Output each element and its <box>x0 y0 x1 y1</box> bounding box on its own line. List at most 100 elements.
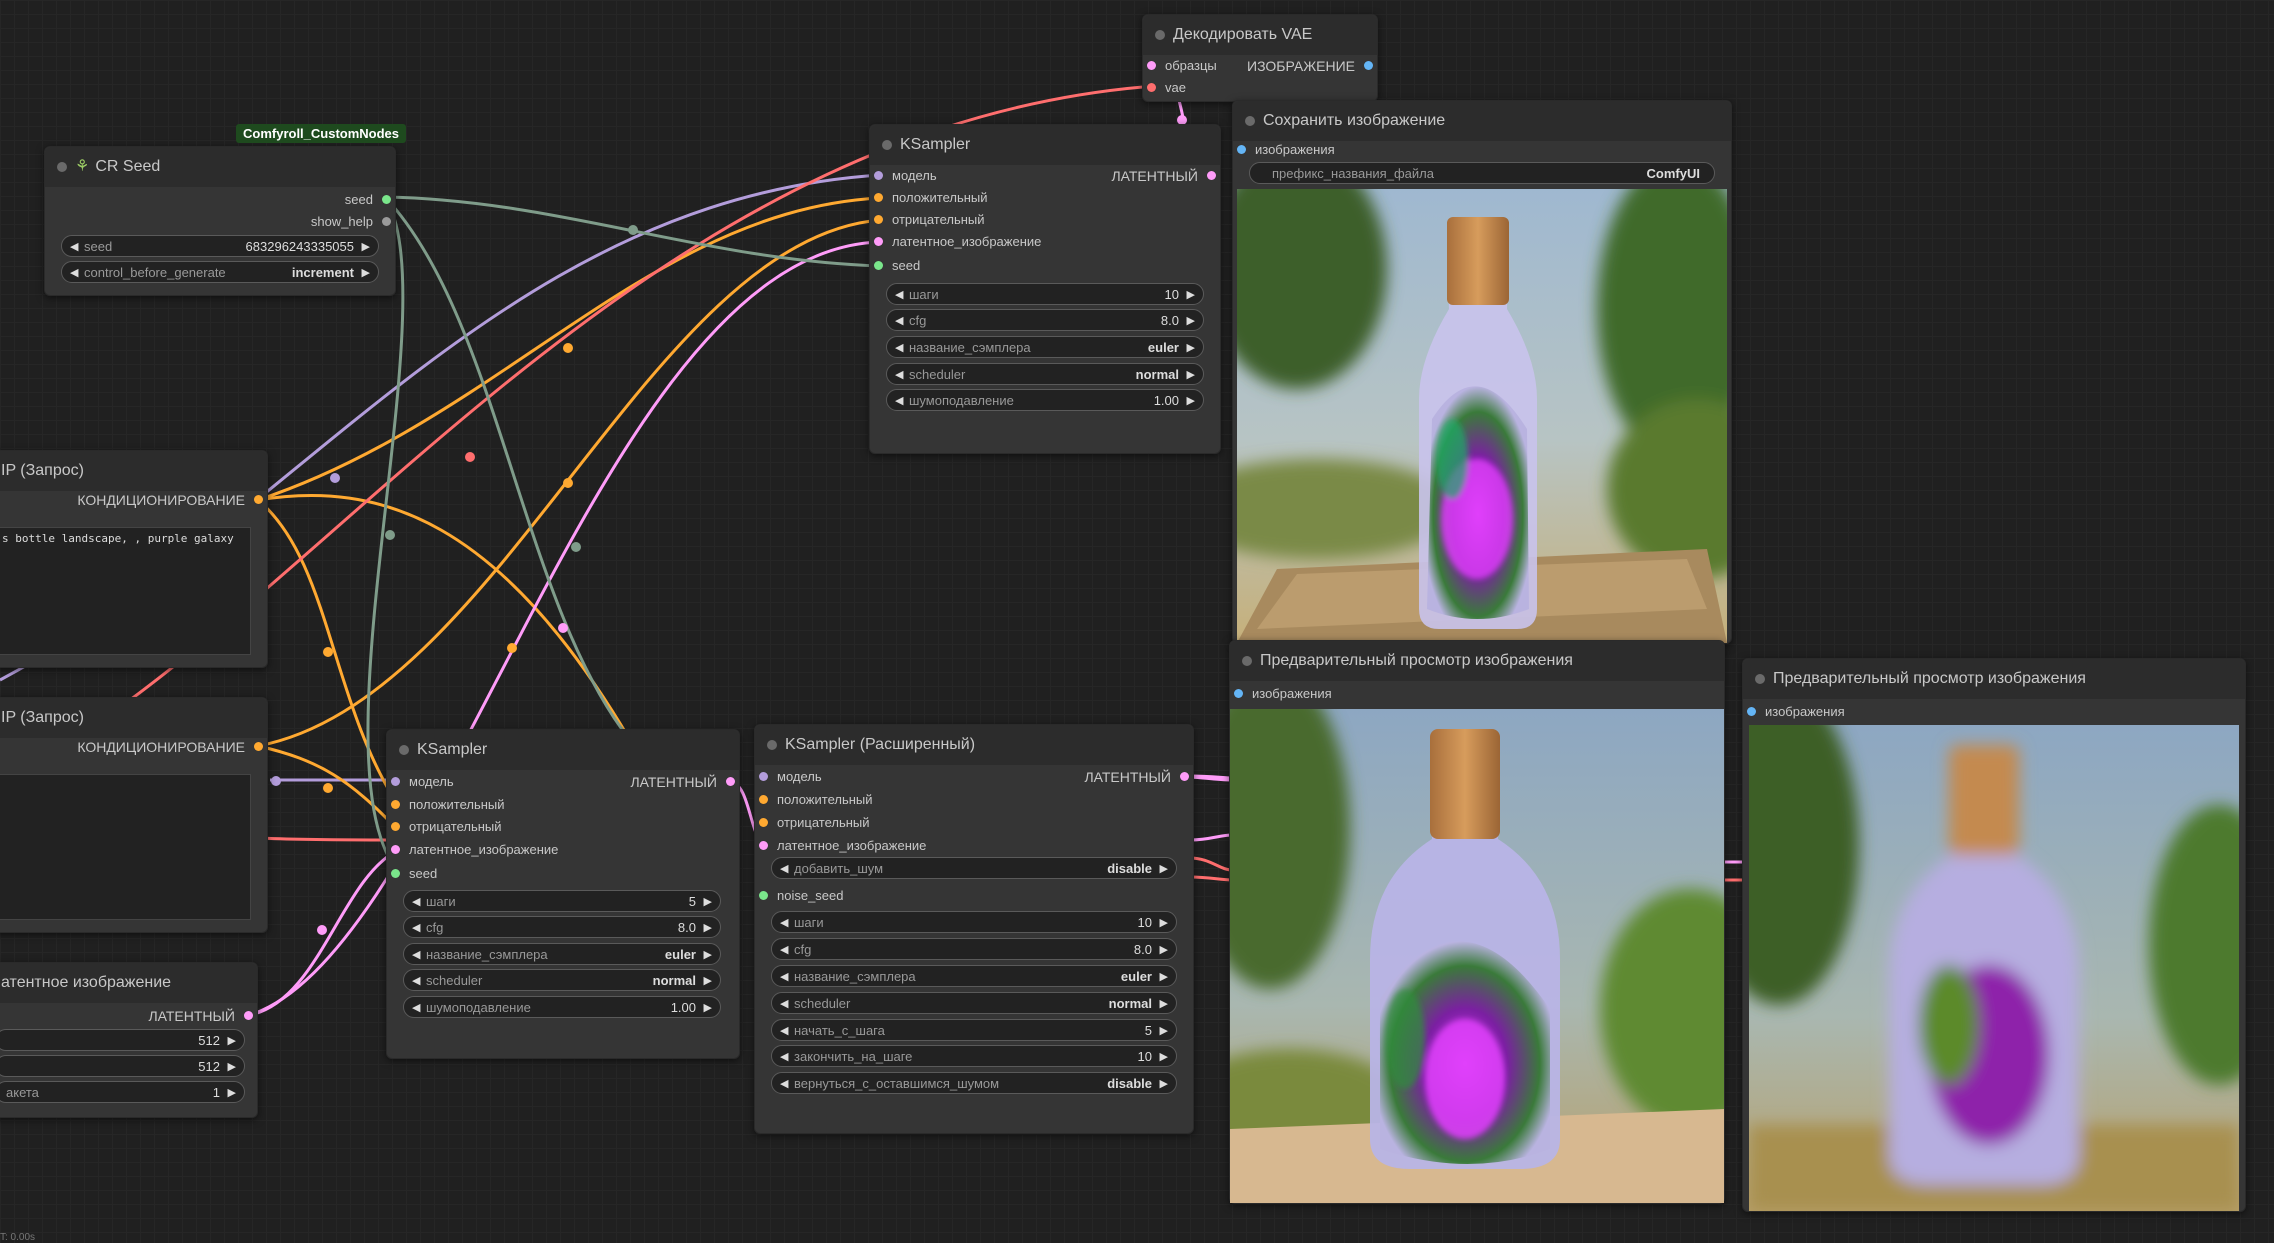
output-conditioning[interactable]: КОНДИЦИОНИРОВАНИЕ <box>77 491 267 509</box>
input-negative[interactable]: отрицательный <box>387 818 502 836</box>
pin-conditioning[interactable] <box>254 495 263 504</box>
input-vae[interactable]: vae <box>1143 79 1186 97</box>
widget-filename-prefix[interactable]: префикс_названия_файла ComfyUI <box>1249 162 1715 184</box>
widget-scheduler[interactable]: ◀ scheduler normal ▶ <box>403 969 721 991</box>
increment-arrow-icon[interactable]: ▶ <box>228 1082 236 1104</box>
pin-conditioning[interactable] <box>874 193 883 202</box>
pin-latent[interactable] <box>874 237 883 246</box>
decrement-arrow-icon[interactable]: ◀ <box>780 912 788 934</box>
pin-conditioning[interactable] <box>874 215 883 224</box>
output-image[interactable]: ИЗОБРАЖЕНИЕ <box>1247 57 1377 75</box>
cr-seed-node[interactable]: ⚘ CR Seed seed show_help ◀ seed 683296243… <box>44 146 396 296</box>
decrement-arrow-icon[interactable]: ◀ <box>895 390 903 412</box>
input-positive[interactable]: положительный <box>755 791 873 809</box>
widget-cfg[interactable]: ◀ cfg 8.0 ▶ <box>771 938 1177 960</box>
increment-arrow-icon[interactable]: ▶ <box>704 970 712 992</box>
pin-conditioning[interactable] <box>759 795 768 804</box>
input-negative[interactable]: отрицательный <box>870 211 985 229</box>
collapse-dot-icon[interactable] <box>1242 656 1252 666</box>
pin-conditioning[interactable] <box>254 742 263 751</box>
saved-image-preview[interactable] <box>1237 189 1727 643</box>
pin-string[interactable] <box>382 217 391 226</box>
widget-cfg[interactable]: ◀ cfg 8.0 ▶ <box>886 309 1204 331</box>
vae-decode-title[interactable]: Декодировать VAE <box>1143 15 1377 55</box>
widget-scheduler[interactable]: ◀ scheduler normal ▶ <box>886 363 1204 385</box>
output-latent[interactable]: ЛАТЕНТНЫЙ <box>1084 768 1193 786</box>
input-seed[interactable]: seed <box>387 865 437 883</box>
pin-image[interactable] <box>1237 145 1246 154</box>
collapse-dot-icon[interactable] <box>882 140 892 150</box>
input-images[interactable]: изображения <box>1233 141 1335 159</box>
clip-node-2-title[interactable]: IP (Запрос) <box>0 698 267 738</box>
pin-image[interactable] <box>1234 689 1243 698</box>
preview-image-node-1[interactable]: Предварительный просмотр изображения изо… <box>1229 640 1725 1204</box>
widget-return-with-leftover-noise[interactable]: ◀ вернуться_с_оставшимся_шумом disable ▶ <box>771 1072 1177 1094</box>
pin-conditioning[interactable] <box>391 800 400 809</box>
pin-int[interactable] <box>874 261 883 270</box>
clip-text-encode-node-1[interactable]: IP (Запрос) КОНДИЦИОНИРОВАНИЕ s bottle l… <box>0 450 268 668</box>
preview-1-title[interactable]: Предварительный просмотр изображения <box>1230 641 1724 681</box>
increment-arrow-icon[interactable]: ▶ <box>1160 858 1168 880</box>
widget-denoise[interactable]: ◀ шумоподавление 1.00 ▶ <box>886 389 1204 411</box>
preview-image-2[interactable] <box>1749 725 2239 1211</box>
preview-image-node-2[interactable]: Предварительный просмотр изображения изо… <box>1742 658 2246 1212</box>
pin-int[interactable] <box>759 891 768 900</box>
widget-sampler-name[interactable]: ◀ название_сэмплера euler ▶ <box>771 965 1177 987</box>
pin-model[interactable] <box>874 171 883 180</box>
increment-arrow-icon[interactable]: ▶ <box>228 1030 236 1052</box>
collapse-dot-icon[interactable] <box>1755 674 1765 684</box>
decrement-arrow-icon[interactable]: ◀ <box>70 262 78 284</box>
input-images[interactable]: изображения <box>1230 685 1332 703</box>
decrement-arrow-icon[interactable]: ◀ <box>780 939 788 961</box>
input-model[interactable]: модель <box>755 768 822 786</box>
clip-node-1-title[interactable]: IP (Запрос) <box>0 451 267 491</box>
output-seed[interactable]: seed <box>345 191 395 209</box>
decrement-arrow-icon[interactable]: ◀ <box>780 966 788 988</box>
decrement-arrow-icon[interactable]: ◀ <box>895 284 903 306</box>
empty-latent-image-node[interactable]: атентное изображение ЛАТЕНТНЫЙ 512 ▶ 512… <box>0 962 258 1118</box>
output-latent[interactable]: ЛАТЕНТНЫЙ <box>1111 167 1220 185</box>
widget-cfg[interactable]: ◀ cfg 8.0 ▶ <box>403 916 721 938</box>
input-model[interactable]: модель <box>387 773 454 791</box>
pin-latent[interactable] <box>1180 772 1189 781</box>
decrement-arrow-icon[interactable]: ◀ <box>780 1073 788 1095</box>
output-show-help[interactable]: show_help <box>311 213 395 231</box>
ksampler-top-title[interactable]: KSampler <box>870 125 1220 165</box>
pin-conditioning[interactable] <box>759 818 768 827</box>
input-images[interactable]: изображения <box>1743 703 1845 721</box>
pin-int[interactable] <box>382 195 391 204</box>
decrement-arrow-icon[interactable]: ◀ <box>412 970 420 992</box>
input-samples[interactable]: образцы <box>1143 57 1217 75</box>
input-model[interactable]: модель <box>870 167 937 185</box>
increment-arrow-icon[interactable]: ▶ <box>1187 310 1195 332</box>
pin-latent[interactable] <box>244 1011 253 1020</box>
decrement-arrow-icon[interactable]: ◀ <box>780 1020 788 1042</box>
widget-denoise[interactable]: ◀ шумоподавление 1.00 ▶ <box>403 996 721 1018</box>
ksampler-advanced-title[interactable]: KSampler (Расширенный) <box>755 725 1193 765</box>
increment-arrow-icon[interactable]: ▶ <box>228 1056 236 1078</box>
output-latent[interactable]: ЛАТЕНТНЫЙ <box>630 773 739 791</box>
ksampler-node-bottom[interactable]: KSampler модель положительный отрицатель… <box>386 729 740 1059</box>
decrement-arrow-icon[interactable]: ◀ <box>895 310 903 332</box>
decrement-arrow-icon[interactable]: ◀ <box>412 944 420 966</box>
pin-latent[interactable] <box>1147 61 1156 70</box>
increment-arrow-icon[interactable]: ▶ <box>1187 364 1195 386</box>
pin-int[interactable] <box>391 869 400 878</box>
increment-arrow-icon[interactable]: ▶ <box>1160 939 1168 961</box>
widget-batch-size[interactable]: акета 1 ▶ <box>0 1081 245 1103</box>
ksampler-bottom-title[interactable]: KSampler <box>387 730 739 770</box>
input-negative[interactable]: отрицательный <box>755 814 870 832</box>
pin-vae[interactable] <box>1147 83 1156 92</box>
increment-arrow-icon[interactable]: ▶ <box>1160 1046 1168 1068</box>
collapse-dot-icon[interactable] <box>1155 30 1165 40</box>
decrement-arrow-icon[interactable]: ◀ <box>412 997 420 1019</box>
latent-node-title[interactable]: атентное изображение <box>0 963 257 1003</box>
input-latent-image[interactable]: латентное_изображение <box>755 837 926 855</box>
prompt-textarea[interactable]: s bottle landscape, , purple galaxy <box>0 527 251 655</box>
pin-latent[interactable] <box>726 777 735 786</box>
input-latent-image[interactable]: латентное_изображение <box>870 233 1041 251</box>
widget-end-at-step[interactable]: ◀ закончить_на_шаге 10 ▶ <box>771 1045 1177 1067</box>
widget-sampler-name[interactable]: ◀ название_сэмплера euler ▶ <box>403 943 721 965</box>
increment-arrow-icon[interactable]: ▶ <box>1187 390 1195 412</box>
widget-seed[interactable]: ◀ seed 683296243335055 ▶ <box>61 235 379 257</box>
